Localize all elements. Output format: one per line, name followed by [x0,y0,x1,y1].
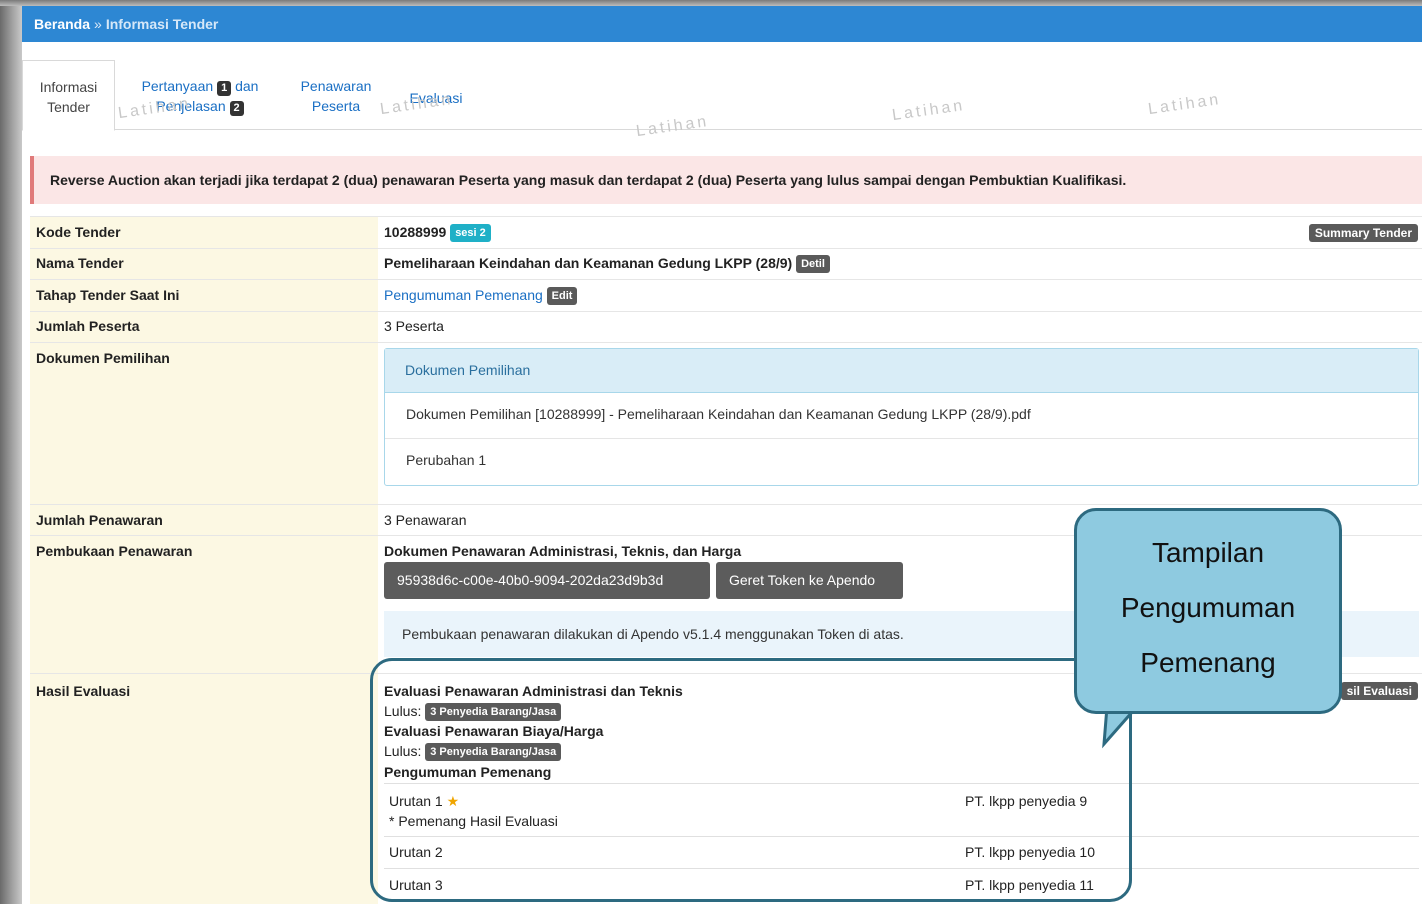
tab-label-line: Penawaran [300,78,372,94]
tahap-tender-link[interactable]: Pengumuman Pemenang [384,287,543,303]
row-divider [30,504,1422,505]
callout-text: Tampilan [1151,537,1265,568]
tab-label-line: Informasi [39,79,98,95]
row-divider [30,248,1422,249]
pembukaan-title: Dokumen Penawaran Administrasi, Teknis, … [384,543,742,559]
callout-text: Pemenang [1140,647,1276,678]
label-jumlah-peserta: Jumlah Peserta [36,318,140,334]
detil-button[interactable]: Detil [796,255,830,274]
tahap-tender-value: Pengumuman Pemenang Edit [384,287,578,306]
row-divider [30,216,1422,217]
jumlah-peserta-value: 3 Peserta [384,318,444,334]
label-tahap-tender: Tahap Tender Saat Ini [36,287,180,303]
summary-tender-button[interactable]: Summary Tender [1308,224,1418,242]
breadcrumb-current: Informasi Tender [105,16,219,32]
label-kode-tender: Kode Tender [36,224,121,240]
hasil-evaluasi-button[interactable]: sil Evaluasi [1340,682,1418,700]
watermark-text: Latihan [891,96,967,125]
row-divider [30,279,1422,280]
window-left-shadow [0,0,22,904]
label-dokumen-pemilihan: Dokumen Pemilihan [36,350,170,366]
breadcrumb-separator: » [94,16,102,32]
tab-label-line: dan [235,78,259,94]
geret-token-button[interactable]: Geret Token ke Apendo [716,562,903,599]
nama-tender-value: Pemeliharaan Keindahan dan Keamanan Gedu… [384,255,830,274]
tab-informasi-tender[interactable]: Informasi Tender [22,60,115,131]
panel-title: Dokumen Pemilihan [385,349,1418,393]
label-nama-tender: Nama Tender [36,255,124,271]
tab-penawaran-peserta[interactable]: Penawaran Peserta [288,76,384,116]
breadcrumb-home[interactable]: Beranda [34,16,90,32]
kode-tender-number: 10288999 [384,224,447,240]
callout-bubble: Tampilan Pengumuman Pemenang [1074,508,1342,714]
watermark-text: Latihan [635,112,711,141]
label-hasil-evaluasi: Hasil Evaluasi [36,683,131,699]
count-badge: 1 [217,81,232,96]
row-divider [30,311,1422,312]
callout-text: Pengumuman [1120,592,1296,623]
watermark-text: Latihan [1147,90,1223,119]
jumlah-penawaran-value: 3 Penawaran [384,512,467,528]
tab-label-line: Tender [47,99,90,115]
count-badge: 2 [229,101,244,116]
label-pembukaan-penawaran: Pembukaan Penawaran [36,543,193,559]
edit-button[interactable]: Edit [546,287,578,306]
watermark-text: Latihan [117,94,193,123]
row-divider [30,342,1422,343]
token-button[interactable]: 95938d6c-c00e-40b0-9094-202da23d9b3d [384,562,710,599]
dokumen-file-link[interactable]: Dokumen Pemilihan [10288999] - Pemelihar… [385,393,1418,439]
dokumen-pemilihan-panel: Dokumen Pemilihan Dokumen Pemilihan [102… [384,348,1419,486]
tab-label-line: Peserta [311,98,361,114]
perubahan-link[interactable]: Perubahan 1 [385,439,1418,485]
kode-tender-value: 10288999 sesi 2 [384,224,491,243]
reverse-auction-alert: Reverse Auction akan terjadi jika terdap… [30,156,1422,204]
tab-label-line: Pertanyaan [141,78,214,94]
nama-tender-text: Pemeliharaan Keindahan dan Keamanan Gedu… [384,255,793,271]
breadcrumb: Beranda» Informasi Tender [22,6,1422,42]
sesi-badge: sesi 2 [450,224,491,243]
label-jumlah-penawaran: Jumlah Penawaran [36,512,163,528]
tab-bar: Informasi Tender Pertanyaan 1 dan Penjel… [22,60,1422,140]
highlight-frame [370,658,1132,902]
watermark-text: Latihan [379,90,455,119]
